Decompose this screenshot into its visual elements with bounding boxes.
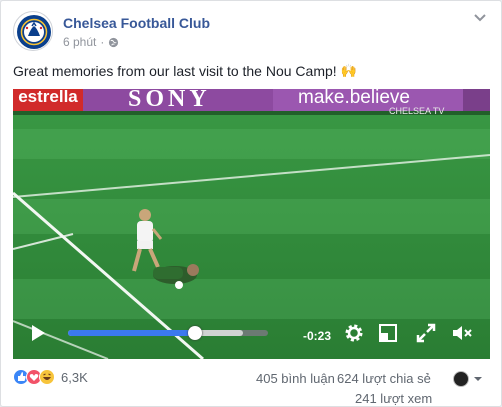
reaction-summary[interactable]: 6,3K bbox=[13, 369, 88, 385]
post-stats: 6,3K 405 bình luận 624 lượt chia sẻ 241 … bbox=[13, 367, 491, 407]
page-name-link[interactable]: Chelsea Football Club bbox=[63, 15, 210, 31]
post-caption: Great memories from our last visit to th… bbox=[13, 63, 357, 79]
comments-count[interactable]: 405 bình luận bbox=[256, 371, 335, 386]
viewer-avatar bbox=[453, 371, 469, 387]
caption-emoji: 🙌 bbox=[340, 63, 357, 78]
mute-icon[interactable] bbox=[451, 323, 473, 343]
chevron-down-icon[interactable] bbox=[473, 13, 487, 23]
post-meta: 6 phút · bbox=[63, 35, 119, 49]
viewer-selector[interactable] bbox=[453, 371, 483, 387]
views-count: 241 lượt xem bbox=[355, 391, 433, 406]
banner-sony: SONY bbox=[128, 89, 211, 112]
page-avatar[interactable] bbox=[13, 11, 53, 51]
video-frame bbox=[13, 89, 490, 359]
caption-text: Great memories from our last visit to th… bbox=[13, 63, 337, 79]
settings-icon[interactable] bbox=[343, 322, 365, 344]
pip-icon[interactable] bbox=[378, 323, 398, 343]
play-icon[interactable] bbox=[28, 323, 48, 343]
time-remaining: -0:23 bbox=[303, 329, 332, 343]
post-card: Chelsea Football Club 6 phút · Great mem… bbox=[0, 0, 502, 407]
haha-icon bbox=[39, 369, 55, 385]
globe-icon bbox=[109, 37, 119, 47]
fullscreen-icon[interactable] bbox=[415, 322, 437, 344]
video-player[interactable]: estrella SONY make.believe CHELSEA TV -0… bbox=[13, 89, 490, 359]
chelsea-crest-icon bbox=[17, 15, 51, 49]
progress-scrubber[interactable] bbox=[188, 326, 202, 340]
post-time[interactable]: 6 phút bbox=[63, 35, 96, 49]
post-header: Chelsea Football Club 6 phút · bbox=[13, 11, 486, 55]
watermark-chelsea-tv: CHELSEA TV bbox=[389, 106, 445, 116]
banner-estrella: estrella bbox=[18, 89, 78, 106]
shares-count[interactable]: 624 lượt chia sẻ bbox=[337, 371, 431, 386]
chevron-down-icon bbox=[474, 377, 482, 381]
reaction-count[interactable]: 6,3K bbox=[61, 370, 88, 385]
